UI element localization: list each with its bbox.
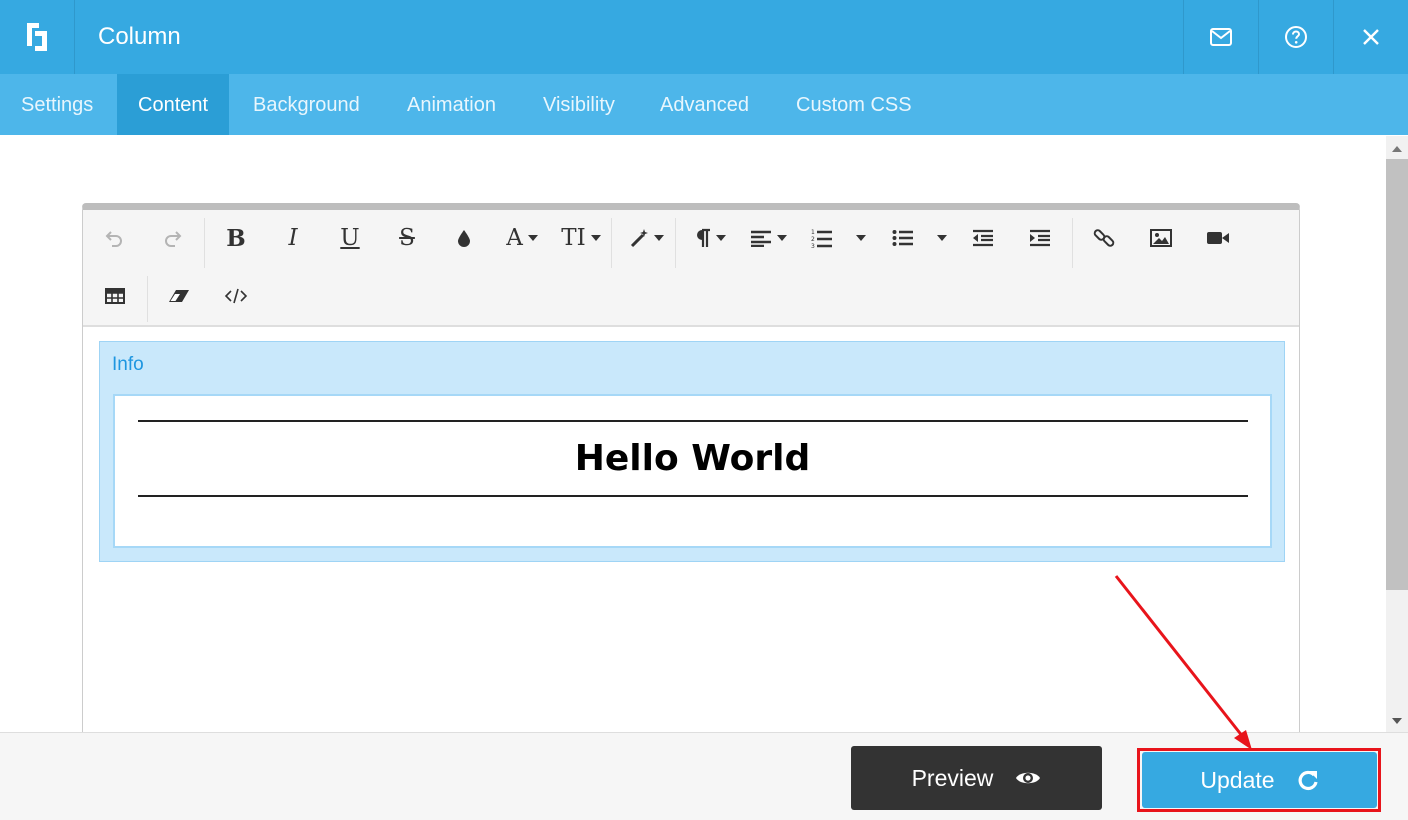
- undo-button[interactable]: [97, 214, 133, 262]
- link-button[interactable]: [1086, 214, 1122, 262]
- envelope-icon: [1210, 28, 1232, 46]
- paragraph-dropdown[interactable]: [687, 214, 733, 262]
- toolbar-divider: [611, 218, 612, 268]
- help-button[interactable]: [1258, 0, 1333, 74]
- top-rule: [138, 420, 1248, 422]
- scroll-up-arrow[interactable]: [1386, 138, 1408, 160]
- chevron-down-icon: [527, 235, 538, 241]
- font-size-dropdown[interactable]: TI: [553, 214, 609, 262]
- droplet-icon: [458, 230, 470, 247]
- arrow-down-icon: [1392, 718, 1402, 724]
- svg-text:2: 2: [811, 236, 815, 243]
- eye-icon: [1016, 772, 1041, 784]
- magic-wand-icon: [630, 229, 648, 248]
- redo-button[interactable]: [154, 214, 190, 262]
- font-size-label: TI: [561, 225, 586, 251]
- code-icon: [224, 288, 248, 304]
- pilcrow-icon: [696, 228, 710, 247]
- tab-settings[interactable]: Settings: [0, 74, 114, 135]
- italic-button[interactable]: I: [275, 214, 311, 262]
- modal-title: Column: [98, 23, 181, 50]
- eraser-icon: [169, 290, 189, 302]
- preview-label: Preview: [911, 764, 994, 791]
- toolbar-divider: [675, 218, 676, 268]
- video-camera-icon: [1207, 232, 1229, 244]
- table-button[interactable]: [97, 272, 133, 320]
- ordered-list-button[interactable]: 1 2 3: [807, 214, 837, 262]
- image-icon: [1150, 229, 1172, 247]
- font-family-dropdown[interactable]: A: [497, 214, 547, 262]
- redo-icon: [165, 231, 182, 247]
- table-icon: [105, 288, 125, 304]
- arrow-up-icon: [1392, 146, 1402, 152]
- tab-visibility[interactable]: Visibility: [522, 74, 636, 135]
- update-label: Update: [1200, 766, 1275, 793]
- scroll-down-arrow[interactable]: [1386, 710, 1408, 732]
- image-button[interactable]: [1143, 214, 1179, 262]
- outdent-icon: [973, 229, 993, 247]
- chevron-down-icon: [937, 235, 947, 241]
- undo-icon: [105, 231, 122, 247]
- ordered-list-dropdown[interactable]: [851, 214, 871, 262]
- modal-header: Column: [0, 0, 1408, 74]
- unordered-list-dropdown[interactable]: [932, 214, 952, 262]
- chevron-down-icon: [856, 235, 866, 241]
- tab-animation[interactable]: Animation: [386, 74, 517, 135]
- tab-background[interactable]: Background: [232, 74, 381, 135]
- align-left-icon: [750, 230, 771, 247]
- strikethrough-button[interactable]: S: [389, 214, 425, 262]
- close-icon: [1363, 29, 1379, 45]
- chevron-down-icon: [653, 235, 664, 241]
- style-dropdown[interactable]: [621, 214, 671, 262]
- link-icon: [1093, 229, 1115, 247]
- align-dropdown[interactable]: [745, 214, 791, 262]
- builder-logo-icon: [27, 23, 47, 51]
- info-block[interactable]: Info Hello World: [99, 341, 1285, 562]
- close-button[interactable]: [1333, 0, 1408, 74]
- help-icon: [1285, 26, 1307, 48]
- preview-button[interactable]: Preview: [851, 746, 1102, 810]
- bold-button[interactable]: B: [218, 214, 254, 262]
- toolbar-divider: [1072, 218, 1073, 268]
- video-button[interactable]: [1200, 214, 1236, 262]
- indent-button[interactable]: [1022, 214, 1058, 262]
- tab-bar: Settings Content Background Animation Vi…: [0, 74, 1408, 135]
- update-button[interactable]: Update: [1142, 752, 1377, 808]
- chevron-down-icon: [590, 235, 601, 241]
- toolbar-divider: [147, 276, 148, 322]
- svg-text:3: 3: [811, 243, 815, 248]
- svg-text:1: 1: [811, 229, 815, 236]
- tab-content[interactable]: Content: [117, 74, 230, 135]
- bottom-rule: [138, 495, 1248, 497]
- chevron-down-icon: [715, 235, 726, 241]
- text-color-button[interactable]: [446, 214, 482, 262]
- refresh-icon: [1298, 770, 1318, 791]
- editor-toolbar: B I U S A TI 1 2 3: [83, 210, 1299, 327]
- rich-text-editor: B I U S A TI 1 2 3 Info Hello World: [82, 203, 1300, 732]
- underline-button[interactable]: U: [332, 214, 368, 262]
- ordered-list-icon: 1 2 3: [811, 229, 832, 248]
- hello-heading: Hello World: [574, 438, 811, 479]
- bullet-list-icon: [892, 230, 913, 246]
- indent-icon: [1030, 229, 1050, 247]
- code-view-button[interactable]: [218, 272, 254, 320]
- font-family-label: A: [506, 225, 523, 251]
- info-label: Info: [112, 354, 144, 375]
- scrollbar-thumb[interactable]: [1386, 159, 1408, 590]
- tab-advanced[interactable]: Advanced: [639, 74, 770, 135]
- builder-logo: [0, 0, 75, 74]
- content-area[interactable]: Hello World: [113, 394, 1272, 548]
- toolbar-divider: [204, 218, 205, 268]
- clear-format-button[interactable]: [161, 272, 197, 320]
- email-button[interactable]: [1183, 0, 1258, 74]
- chevron-down-icon: [776, 235, 787, 241]
- outdent-button[interactable]: [965, 214, 1001, 262]
- tab-custom-css[interactable]: Custom CSS: [775, 74, 933, 135]
- unordered-list-button[interactable]: [888, 214, 918, 262]
